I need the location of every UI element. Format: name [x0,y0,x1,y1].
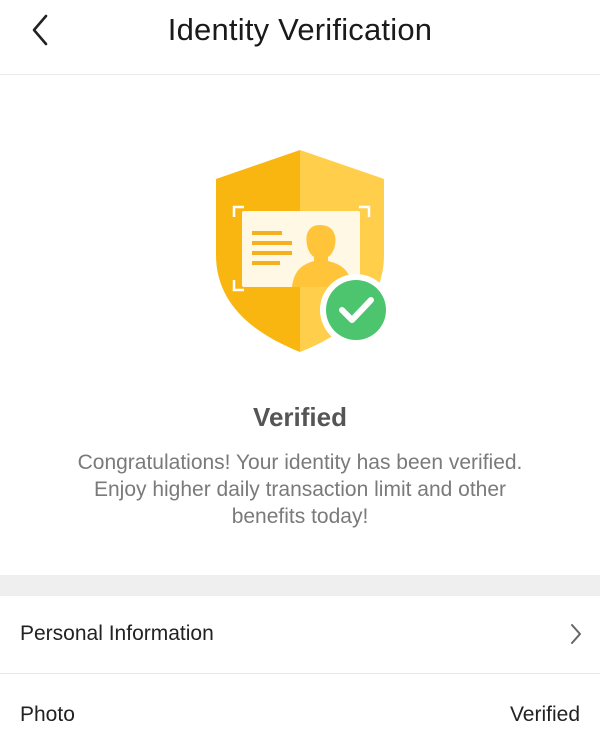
photo-label: Photo [20,703,75,726]
personal-information-row[interactable]: Personal Information [0,596,600,674]
verification-status-panel: Verified Congratulations! Your identity … [0,75,600,575]
page-title: Identity Verification [167,12,433,47]
status-title: Verified [253,402,347,432]
section-divider [0,575,600,596]
chevron-right-icon [571,624,581,644]
photo-status-value: Verified [509,703,580,726]
personal-information-label: Personal Information [20,622,214,645]
photo-row: Photo Verified [0,674,600,734]
top-navigation-bar: Identity Verification [0,0,600,75]
status-description: Congratulations! Your identity has been … [77,451,523,528]
shield-id-card-icon [200,147,400,357]
